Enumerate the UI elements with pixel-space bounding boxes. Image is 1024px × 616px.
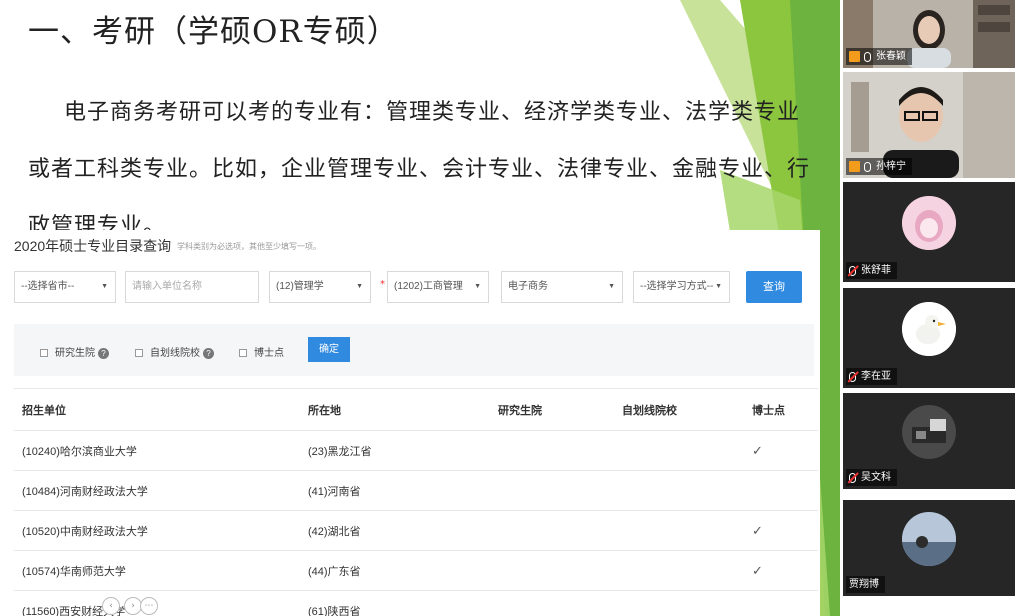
discipline-select-value: (1202)工商管理 [394,281,463,292]
table-row[interactable]: (10574)华南师范大学 (44)广东省 ✓ [14,551,818,591]
participant-tile[interactable]: 李在亚 [843,288,1015,388]
avatar [902,196,956,250]
checkbox-square [135,349,143,358]
location-cell: (41)河南省 [308,485,361,498]
avatar-image [902,302,956,356]
participant-name: 张舒菲 [861,265,891,276]
help-icon[interactable]: ? [98,347,109,359]
checkbox-square [40,349,48,358]
participant-name-tag: 吴文科 [846,469,897,486]
check-icon: ✓ [752,442,763,458]
grad-school-label: 研究生院 [55,348,95,359]
table-row[interactable]: (10520)中南财经政法大学 (42)湖北省 ✓ [14,511,818,551]
query-button[interactable]: 查询 [746,271,802,303]
presentation-slide: 一、考研（学硕OR专硕） 电子商务考研可以考的专业有：管理类专业、经济学类专业、… [0,0,840,616]
catalog-hint: 学科类别为必选项，其他至少填写一项。 [177,242,321,251]
category-select-value: (12)管理学 [276,281,324,292]
confirm-button[interactable]: 确定 [308,337,350,362]
unit-cell[interactable]: (10574)华南师范大学 [22,551,126,590]
table-header: 招生单位 所在地 研究生院 自划线院校 博士点 [14,389,818,431]
host-icon [849,51,860,62]
chevron-down-icon: ▼ [715,283,722,290]
catalog-page-title: 2020年硕士专业目录查询 [14,238,172,254]
grad-school-checkbox[interactable]: 研究生院? [40,344,109,359]
chevron-down-icon: ▼ [356,283,363,290]
chevron-down-icon: ▼ [474,283,481,290]
participant-tile[interactable]: 张舒菲 [843,182,1015,282]
unit-cell[interactable]: (10520)中南财经政法大学 [22,511,148,550]
participant-name: 吴文科 [861,472,891,483]
microphone-muted-icon [849,265,856,276]
microphone-icon [864,51,871,62]
location-cell: (42)湖北省 [308,525,361,538]
participant-name-tag: 孙梓宁 [846,158,912,175]
more-options-icon[interactable]: ⋯ [140,597,158,615]
chevron-down-icon: ▼ [608,283,615,290]
prev-slide-icon[interactable]: ‹ [102,597,120,615]
self-line-label: 自划线院校 [150,348,200,359]
checkbox-square [239,349,247,358]
location-cell: (44)广东省 [308,565,361,578]
avatar [902,405,956,459]
table-row[interactable]: (10484)河南财经政法大学 (41)河南省 [14,471,818,511]
participant-name: 张春颖 [876,51,906,62]
header-unit: 招生单位 [22,404,66,417]
participant-name: 贾翔博 [849,579,879,590]
checkbox-bar: 研究生院? 自划线院校? 博士点 确定 [14,324,814,376]
self-line-checkbox[interactable]: 自划线院校? [135,344,214,359]
phd-checkbox[interactable]: 博士点 [239,344,284,359]
study-mode-select[interactable]: --选择学习方式-- ▼ [633,271,730,303]
participant-name: 孙梓宁 [876,161,906,172]
participant-tile[interactable]: 张春颖 [843,0,1015,68]
location-cell: (61)陕西省 [308,605,361,616]
participant-name-tag: 贾翔博 [846,576,885,593]
check-icon: ✓ [752,562,763,578]
participant-panel: 张春颖 孙梓宁 张舒菲 李在亚 吴文科 贾翔博 [840,0,1024,616]
unit-cell[interactable]: (10484)河南财经政法大学 [22,471,148,510]
province-select-value: --选择省市-- [21,281,75,292]
study-mode-select-value: --选择学习方式-- [640,281,714,292]
province-select[interactable]: --选择省市-- ▼ [14,271,116,303]
participant-tile[interactable]: 孙梓宁 [843,72,1015,178]
header-self-line: 自划线院校 [622,404,677,417]
header-grad-school: 研究生院 [498,404,542,417]
results-table: 招生单位 所在地 研究生院 自划线院校 博士点 (10240)哈尔滨商业大学 (… [14,388,818,616]
participant-tile[interactable]: 吴文科 [843,393,1015,489]
major-select[interactable]: 电子商务 ▼ [501,271,623,303]
slide-title: 一、考研（学硕OR专硕） [28,14,399,50]
embedded-catalog-page: 2020年硕士专业目录查询 学科类别为必选项，其他至少填写一项。 --选择省市-… [0,230,820,616]
required-star: * [380,279,385,290]
participant-name-tag: 张春颖 [846,48,912,65]
unit-name-input[interactable]: 请输入单位名称 [125,271,259,303]
chevron-down-icon: ▼ [101,283,108,290]
phd-label: 博士点 [254,348,284,359]
filter-bar: --选择省市-- ▼ 请输入单位名称 (12)管理学 ▼ * (1202)工商管… [14,271,814,303]
avatar [902,302,956,356]
major-select-value: 电子商务 [508,281,548,292]
microphone-muted-icon [849,472,856,483]
avatar [902,512,956,566]
header-phd: 博士点 [752,404,785,417]
check-icon: ✓ [752,522,763,538]
microphone-muted-icon [849,371,856,382]
participant-name-tag: 李在亚 [846,368,897,385]
avatar-image [902,405,956,459]
table-row[interactable]: (10240)哈尔滨商业大学 (23)黑龙江省 ✓ [14,431,818,471]
host-icon [849,161,860,172]
location-cell: (23)黑龙江省 [308,445,372,458]
discipline-select[interactable]: (1202)工商管理 ▼ [387,271,489,303]
microphone-icon [864,161,871,172]
unit-cell[interactable]: (10240)哈尔滨商业大学 [22,431,137,470]
participant-name-tag: 张舒菲 [846,262,897,279]
header-location: 所在地 [308,404,341,417]
avatar-image [902,196,956,250]
help-icon[interactable]: ? [203,347,214,359]
participant-tile[interactable]: 贾翔博 [843,500,1015,596]
avatar-image [902,512,956,566]
category-select[interactable]: (12)管理学 ▼ [269,271,371,303]
participant-name: 李在亚 [861,371,891,382]
